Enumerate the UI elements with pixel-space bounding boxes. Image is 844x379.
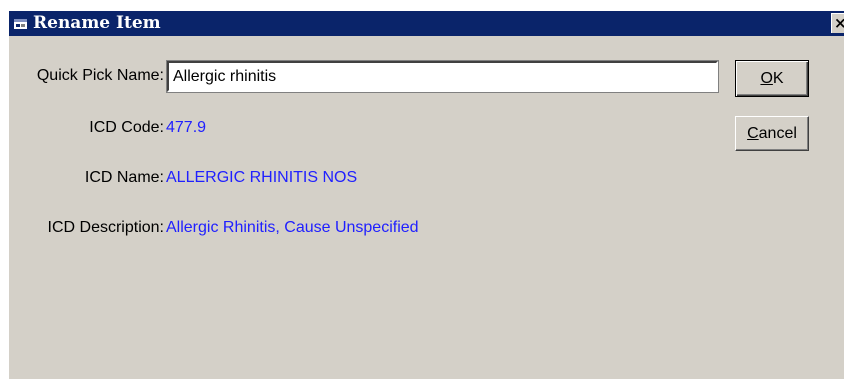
icd-description-label: ICD Description: bbox=[47, 219, 164, 236]
title-bar[interactable]: Rename Item × bbox=[9, 11, 844, 36]
quick-pick-name-input[interactable] bbox=[167, 61, 718, 92]
cancel-label-rest: ancel bbox=[758, 125, 797, 142]
icd-code-value: 477.9 bbox=[166, 119, 207, 136]
ok-mnemonic: O bbox=[760, 70, 773, 87]
icd-name-label: ICD Name: bbox=[84, 169, 164, 186]
close-icon: × bbox=[834, 14, 844, 33]
ok-label-rest: K bbox=[772, 70, 784, 87]
cancel-mnemonic: C bbox=[747, 125, 759, 142]
ok-button[interactable]: OK bbox=[735, 60, 809, 97]
icd-description-value: Allergic Rhinitis, Cause Unspecified bbox=[166, 219, 419, 236]
close-button[interactable]: × bbox=[831, 13, 844, 33]
quick-pick-name-label: Quick Pick Name: bbox=[36, 67, 164, 84]
rename-item-dialog: Rename Item × Quick Pick Name: ICD Code:… bbox=[9, 11, 844, 379]
app-window-icon bbox=[13, 16, 29, 32]
dialog-title: Rename Item bbox=[33, 13, 161, 33]
icd-name-value: ALLERGIC RHINITIS NOS bbox=[166, 169, 358, 186]
cancel-button[interactable]: Cancel bbox=[735, 116, 809, 151]
icd-code-label: ICD Code: bbox=[89, 119, 164, 136]
